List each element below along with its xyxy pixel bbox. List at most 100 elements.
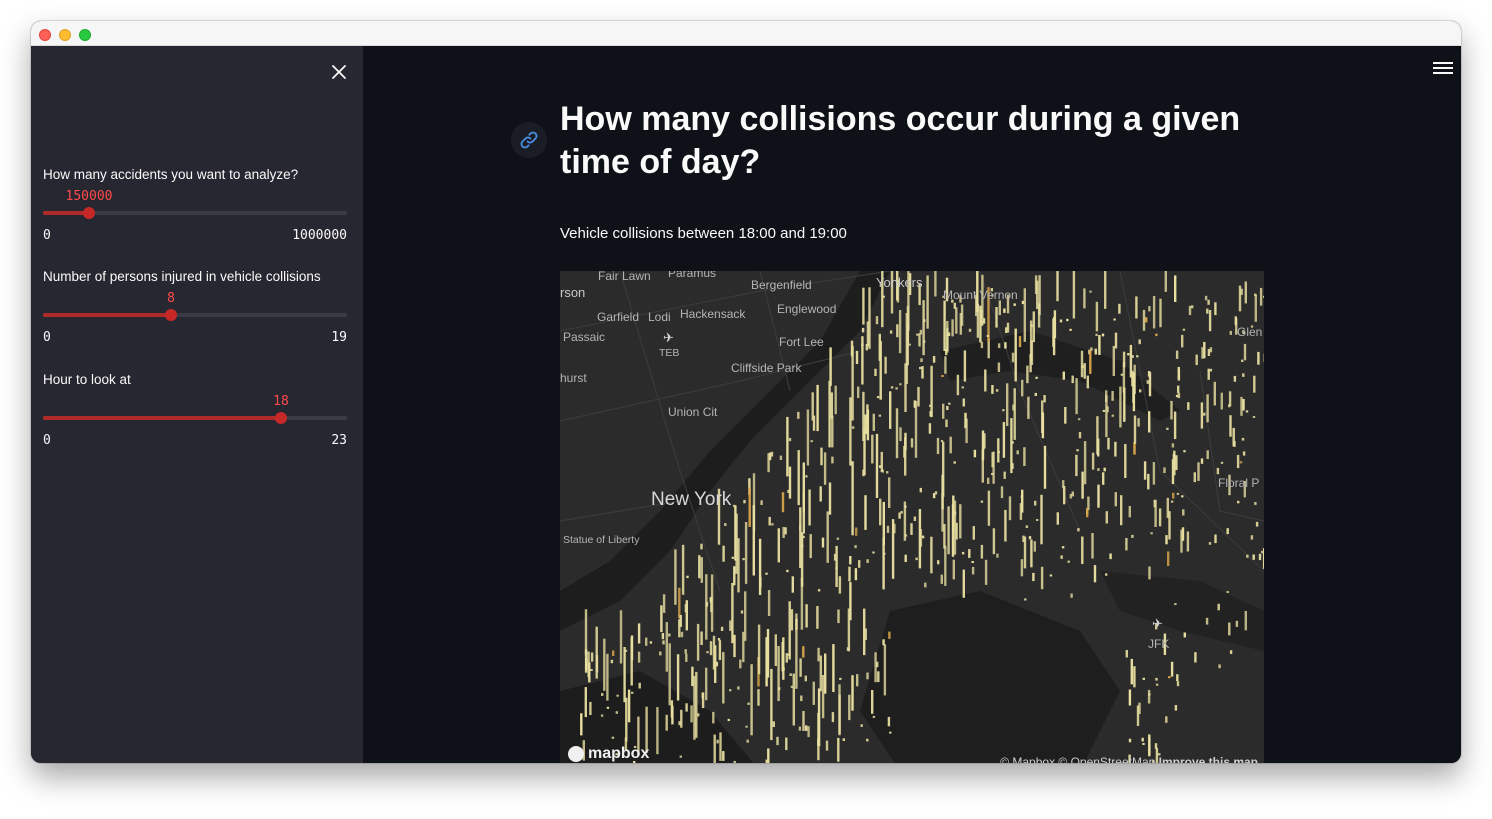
collision-bar — [1067, 560, 1070, 563]
collision-bar — [968, 328, 972, 332]
collision-bar — [910, 438, 914, 448]
close-icon[interactable] — [327, 60, 351, 84]
collision-bar — [948, 402, 951, 405]
collision-bar — [590, 652, 594, 662]
link-icon[interactable] — [511, 122, 547, 158]
collision-bar — [1177, 369, 1181, 379]
collision-bar — [1191, 305, 1194, 309]
collision-bar — [585, 657, 588, 670]
map-attribution: © Mapbox © OpenStreetMap Improve this ma… — [1000, 755, 1258, 763]
collision-bar — [765, 572, 768, 575]
minimize-window-button[interactable] — [59, 29, 71, 41]
collision-bar — [1127, 353, 1130, 356]
close-window-button[interactable] — [39, 29, 51, 41]
collision-bar — [1172, 492, 1175, 499]
collision-bar — [1011, 352, 1015, 363]
collision-bar — [973, 449, 977, 458]
mapbox-logo[interactable]: mapbox — [568, 745, 649, 763]
collision-bar — [1207, 299, 1210, 305]
collision-bar — [811, 392, 814, 421]
collision-bar — [895, 387, 898, 390]
collision-bar — [1237, 500, 1240, 504]
collision-bar — [866, 738, 869, 742]
collision-bar — [1193, 472, 1196, 483]
collision-bar — [971, 567, 975, 575]
collision-bar — [914, 400, 918, 458]
collision-bar — [877, 671, 880, 683]
collision-bar — [872, 715, 876, 718]
collision-bar — [1238, 285, 1242, 312]
collision-bar — [888, 631, 891, 639]
collision-bar — [1217, 603, 1220, 611]
collision-bar — [745, 725, 748, 728]
collision-bar — [1228, 404, 1231, 408]
collision-bar — [616, 694, 619, 697]
collision-bar — [1026, 365, 1029, 384]
collision-bar — [913, 516, 917, 521]
collision-bar — [1005, 327, 1008, 333]
collision-bar — [1228, 391, 1232, 407]
collision-map[interactable]: Fair Lawn Paramus Bergenfield Yonkers Mo… — [560, 271, 1264, 763]
collision-bar — [1075, 454, 1078, 477]
collision-bar — [1142, 742, 1145, 745]
collision-bar — [685, 653, 688, 662]
collision-bar — [866, 559, 869, 563]
slider-thumb[interactable] — [83, 207, 95, 219]
collision-bar — [1040, 494, 1043, 545]
collision-bar — [767, 453, 770, 473]
collision-bar — [828, 482, 832, 515]
collision-bar — [1114, 492, 1117, 507]
collision-bar — [851, 675, 854, 711]
slider-max: 19 — [331, 330, 347, 345]
collision-bar — [1220, 461, 1224, 464]
collision-bar — [785, 653, 788, 663]
collision-bar — [1012, 404, 1015, 411]
slider-min: 0 — [43, 228, 51, 243]
collision-bar — [838, 576, 842, 594]
collision-bar — [1056, 271, 1059, 302]
app-window: How many accidents you want to analyze? … — [31, 21, 1461, 763]
collision-bar — [1060, 555, 1063, 559]
collision-bar — [791, 576, 794, 593]
collision-bar — [740, 610, 744, 614]
collision-bar — [588, 662, 591, 683]
maximize-window-button[interactable] — [79, 29, 91, 41]
collision-bar — [1114, 332, 1118, 349]
collision-bar — [900, 511, 903, 514]
slider-track[interactable] — [43, 412, 347, 424]
slider-thumb[interactable] — [275, 412, 287, 424]
collision-bar — [866, 672, 869, 680]
collision-bar — [932, 356, 936, 363]
collision-bar — [768, 516, 771, 526]
slider-track[interactable] — [43, 309, 347, 321]
slider-value: 18 — [273, 394, 289, 409]
collision-bar — [777, 687, 781, 691]
collision-bar — [855, 350, 859, 364]
collision-bar — [1034, 275, 1038, 294]
hamburger-menu-icon[interactable] — [1433, 62, 1453, 78]
collision-bar — [1245, 410, 1249, 413]
collision-bar — [706, 651, 709, 654]
slider-fill — [43, 416, 281, 420]
collision-bar — [674, 549, 677, 605]
slider-min: 0 — [43, 433, 51, 448]
collision-bar — [1105, 395, 1108, 438]
collision-bar — [735, 513, 738, 574]
collision-bar — [929, 404, 932, 407]
slider-track[interactable] — [43, 207, 347, 219]
improve-map-link[interactable]: Improve this map — [1159, 755, 1258, 763]
collision-bar — [1128, 689, 1132, 706]
map-label: Fort Lee — [779, 335, 824, 349]
collision-bar — [1174, 705, 1178, 711]
collision-bar — [848, 566, 851, 582]
slider-thumb[interactable] — [165, 309, 177, 321]
collision-bar — [987, 477, 990, 484]
collision-bar — [713, 734, 716, 763]
collision-bar — [1186, 531, 1190, 552]
collision-bar — [861, 327, 865, 333]
collision-bar — [956, 374, 960, 396]
collision-bar — [899, 383, 902, 386]
collision-bar — [1130, 658, 1133, 685]
collision-bar — [1101, 333, 1105, 337]
collision-bar — [1020, 559, 1024, 577]
